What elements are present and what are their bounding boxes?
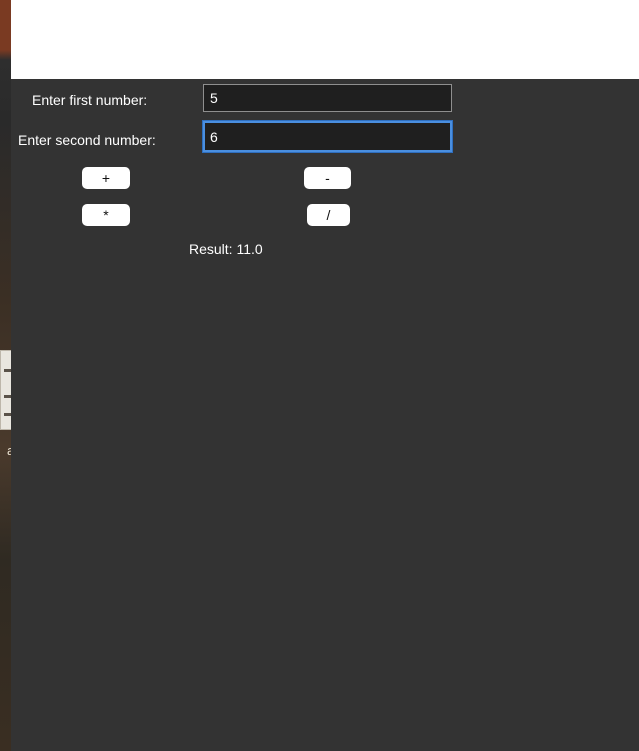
first-number-label: Enter first number: <box>32 92 148 108</box>
result-label: Result: 11.0 <box>189 241 263 257</box>
second-number-label: Enter second number: <box>18 132 156 148</box>
multiply-button[interactable]: * <box>82 204 130 226</box>
first-number-input[interactable] <box>203 84 452 112</box>
second-number-input[interactable] <box>203 121 452 152</box>
divide-button[interactable]: / <box>307 204 350 226</box>
add-button[interactable]: + <box>82 167 130 189</box>
screen: a Enter first number: Enter second numbe… <box>0 0 639 751</box>
calculator-window: Enter first number: Enter second number:… <box>11 79 639 751</box>
subtract-button[interactable]: - <box>304 167 351 189</box>
